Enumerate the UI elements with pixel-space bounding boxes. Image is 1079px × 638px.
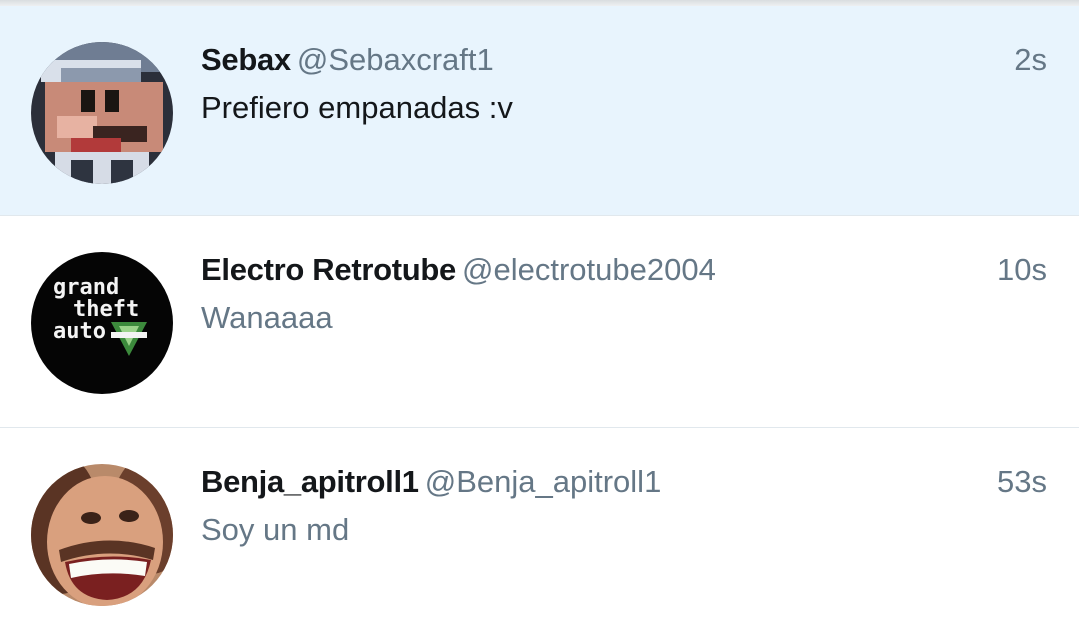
smiling-face-avatar-icon: [31, 464, 173, 606]
tweet-header: Benja_apitroll1 @Benja_apitroll1 53s: [201, 464, 1047, 504]
tweet-text: Soy un md: [201, 512, 350, 547]
pixel-mario-avatar-icon: [31, 42, 173, 184]
tweet-list: Sebax @Sebaxcraft1 2s Prefiero empanadas …: [0, 6, 1079, 638]
user-avatar[interactable]: grand theft auto: [31, 252, 173, 394]
gta-v-logo-avatar-icon: grand theft auto: [31, 252, 173, 394]
display-name[interactable]: Electro Retrotube: [201, 252, 456, 287]
user-avatar[interactable]: [31, 42, 173, 184]
tweet-row[interactable]: Benja_apitroll1 @Benja_apitroll1 53s Soy …: [0, 428, 1079, 638]
user-handle[interactable]: @Benja_apitroll1: [425, 464, 662, 499]
timestamp: 2s: [1014, 42, 1047, 77]
tweet-text: Prefiero empanadas :v: [201, 90, 513, 125]
timestamp: 10s: [997, 252, 1047, 287]
tweet-header: Electro Retrotube @electrotube2004 10s: [201, 252, 1047, 292]
display-name[interactable]: Benja_apitroll1: [201, 464, 419, 499]
user-avatar[interactable]: [31, 464, 173, 606]
logo-word-auto: auto: [53, 319, 106, 344]
user-handle[interactable]: @electrotube2004: [462, 252, 716, 287]
tweet-row[interactable]: Sebax @Sebaxcraft1 2s Prefiero empanadas …: [0, 6, 1079, 216]
tweet-text: Wanaaaa: [201, 300, 333, 335]
tweet-header: Sebax @Sebaxcraft1 2s: [201, 42, 1047, 82]
timestamp: 53s: [997, 464, 1047, 499]
tweet-row[interactable]: grand theft auto Electro Retrotube @elect…: [0, 216, 1079, 428]
user-handle[interactable]: @Sebaxcraft1: [297, 42, 494, 77]
display-name[interactable]: Sebax: [201, 42, 291, 77]
